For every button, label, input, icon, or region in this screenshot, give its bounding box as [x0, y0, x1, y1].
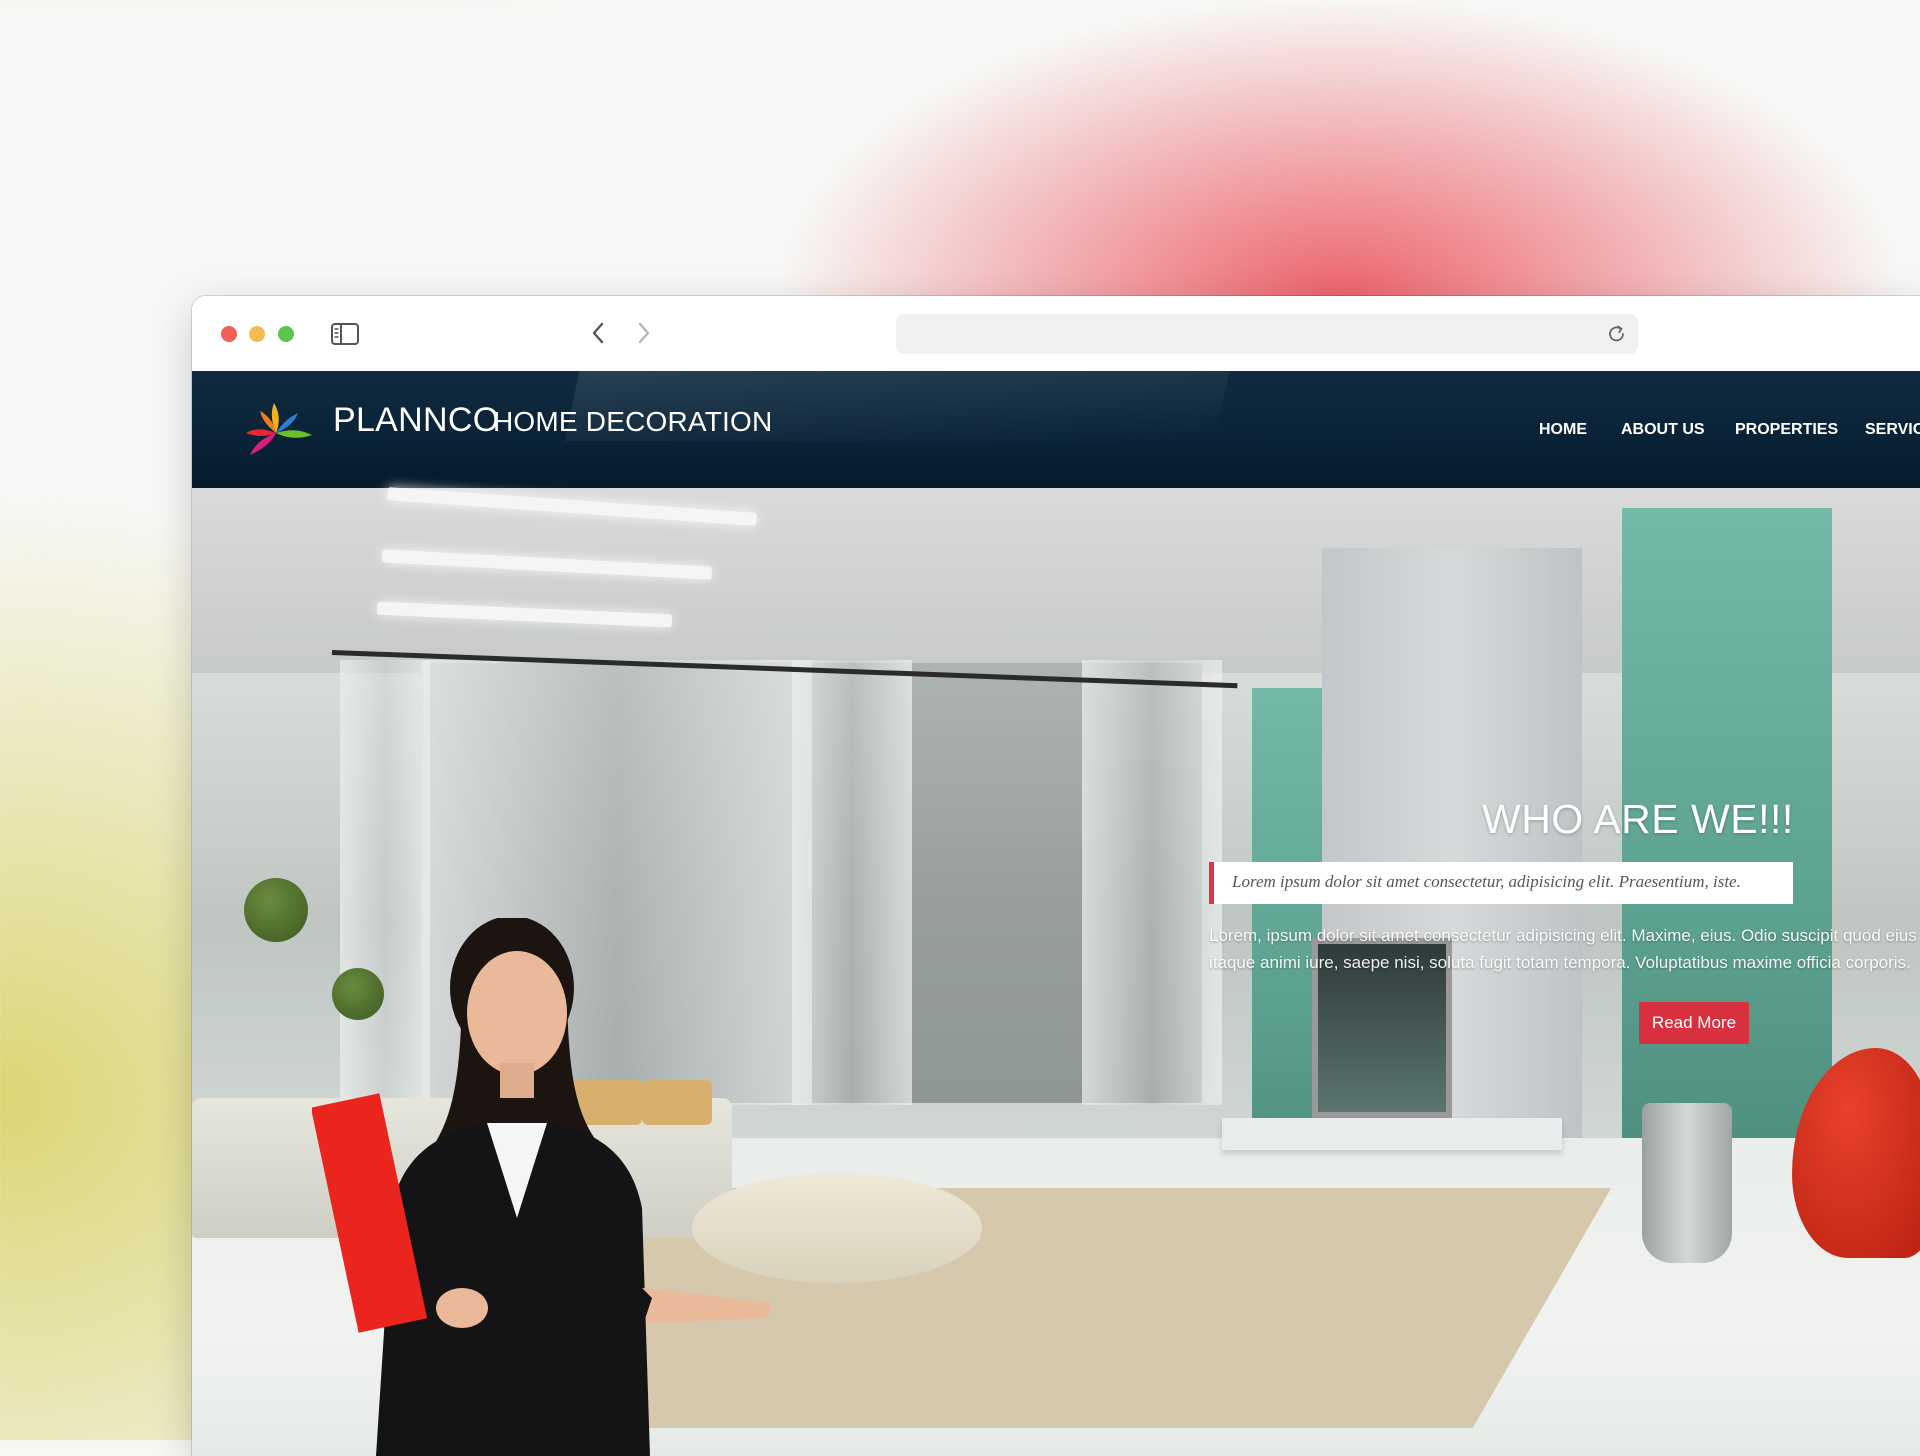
- vase: [1642, 1103, 1732, 1263]
- nav-item-home[interactable]: HOME: [1539, 421, 1587, 439]
- sidebar-icon[interactable]: [331, 323, 359, 345]
- back-icon[interactable]: [590, 321, 606, 345]
- minimize-window-button[interactable]: [249, 326, 265, 342]
- hero-quote: Lorem ipsum dolor sit amet consectetur, …: [1209, 862, 1793, 904]
- address-bar[interactable]: [896, 314, 1638, 354]
- hero-description-line: itaque animi iure, saepe nisi, soluta fu…: [1209, 953, 1911, 972]
- close-window-button[interactable]: [221, 326, 237, 342]
- nav-item-services[interactable]: SERVIC: [1865, 421, 1920, 439]
- nav-item-about-us[interactable]: ABOUT US: [1621, 421, 1705, 439]
- nav-item-properties[interactable]: PROPERTIES: [1735, 421, 1838, 439]
- main-nav: HOME ABOUT US PROPERTIES SERVIC: [192, 421, 1920, 441]
- forward-icon[interactable]: [636, 321, 652, 345]
- topiary-plant: [244, 878, 308, 942]
- hero-description-line: Lorem, ipsum dolor sit amet consectetur …: [1209, 926, 1920, 945]
- zoom-window-button[interactable]: [278, 326, 294, 342]
- hero-title: WHO ARE WE!!!: [1482, 796, 1794, 842]
- curtain: [792, 660, 912, 1105]
- tv-stand: [1222, 1118, 1562, 1150]
- hero-description: Lorem, ipsum dolor sit amet consectetur …: [1209, 922, 1920, 976]
- browser-window: PLANNCO HOME DECORATION HOME ABOUT US PR…: [192, 296, 1920, 1456]
- read-more-button[interactable]: Read More: [1639, 1002, 1749, 1044]
- presenter-photo: [312, 918, 772, 1456]
- curtain: [1082, 660, 1222, 1105]
- site-header: PLANNCO HOME DECORATION HOME ABOUT US PR…: [192, 371, 1920, 488]
- hero-section: WHO ARE WE!!! Lorem ipsum dolor sit amet…: [192, 487, 1920, 1456]
- reload-icon[interactable]: [1606, 323, 1628, 345]
- website-viewport: PLANNCO HOME DECORATION HOME ABOUT US PR…: [192, 371, 1920, 1456]
- browser-toolbar: [192, 296, 1920, 372]
